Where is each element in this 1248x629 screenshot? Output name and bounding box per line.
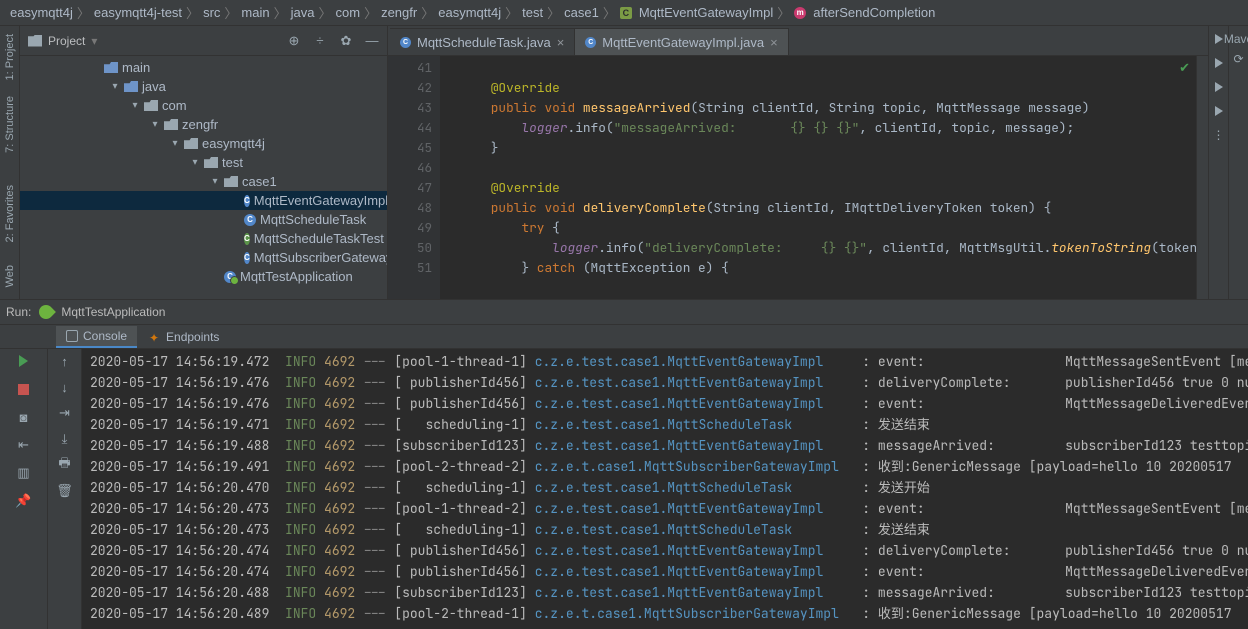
left-toolstrip: 1: Project 7: Structure 2: Favorites Web — [0, 26, 20, 299]
bc-item[interactable]: com — [336, 5, 361, 20]
bc-item[interactable]: easymqtt4j-test — [94, 5, 182, 20]
run-tabs: Console ✦Endpoints — [0, 325, 1248, 349]
project-icon — [28, 35, 42, 47]
bc-item[interactable]: MqttEventGatewayImpl — [639, 5, 773, 20]
print-icon[interactable]: 🖶 — [57, 457, 73, 473]
tab-console[interactable]: Console — [56, 326, 137, 348]
bc-item[interactable]: zengfr — [381, 5, 417, 20]
more-gutter-icon[interactable]: ⋮ — [1212, 128, 1226, 142]
tree-label[interactable]: test — [222, 155, 243, 170]
console-icon — [66, 330, 78, 342]
close-icon[interactable]: × — [557, 35, 565, 50]
project-panel: Project ▾ ⊕ ÷ ✿ — main java com zengfr e… — [20, 26, 388, 299]
refresh-icon[interactable]: ⟳ — [1232, 52, 1246, 66]
folder-icon — [124, 81, 138, 92]
endpoints-icon: ✦ — [149, 331, 161, 343]
tree-file[interactable]: MqttSubscriberGatewayIm — [254, 250, 387, 265]
tab-favorites[interactable]: 2: Favorites — [2, 177, 18, 250]
tab-project[interactable]: 1: Project — [2, 26, 18, 88]
project-title[interactable]: Project — [48, 34, 85, 48]
folder-icon — [144, 100, 158, 111]
tree-file[interactable]: MqttScheduleTask — [260, 212, 366, 227]
bc-item[interactable]: test — [522, 5, 543, 20]
inspection-ok-icon[interactable]: ✔ — [1179, 60, 1190, 76]
exit-icon[interactable]: ⇤ — [16, 437, 32, 453]
bc-item[interactable]: java — [291, 5, 315, 20]
line-gutter[interactable]: 41 42 43 44 45 46 47 48 49 50 51 — [388, 56, 440, 299]
editor-area: C MqttScheduleTask.java × C MqttEventGatewa… — [388, 26, 1208, 299]
pin-icon[interactable]: 📌 — [16, 493, 32, 509]
locate-icon[interactable]: ⊕ — [287, 34, 301, 48]
layout-icon[interactable]: ▥ — [16, 465, 32, 481]
folder-icon — [184, 138, 198, 149]
tab-structure[interactable]: 7: Structure — [2, 88, 18, 161]
runnable-class-icon: C — [244, 233, 250, 245]
bc-item[interactable]: case1 — [564, 5, 599, 20]
editor-tab[interactable]: C MqttScheduleTask.java × — [390, 28, 575, 55]
class-icon: C — [244, 214, 256, 226]
tab-label: MqttEventGatewayImpl.java — [602, 35, 764, 50]
run-gutter-icon[interactable] — [1212, 80, 1226, 94]
run-toolbar-mid: ↑ ↓ ⇥ ⤓ 🖶 🗑 — [48, 349, 82, 629]
down-icon[interactable]: ↓ — [57, 379, 73, 395]
tree-file[interactable]: MqttTestApplication — [240, 269, 353, 284]
run-gutter-icon[interactable] — [1212, 56, 1226, 70]
stop-icon[interactable] — [16, 381, 32, 397]
tree-label[interactable]: main — [122, 60, 150, 75]
tab-label: MqttScheduleTask.java — [417, 35, 551, 50]
camera-icon[interactable]: ◙ — [16, 409, 32, 425]
folder-icon — [204, 157, 218, 168]
project-tree[interactable]: main java com zengfr easymqtt4j test cas… — [20, 56, 387, 299]
bc-item[interactable]: afterSendCompletion — [813, 5, 935, 20]
editor-tabs: C MqttScheduleTask.java × C MqttEventGatewa… — [388, 26, 1208, 56]
wrap-icon[interactable]: ⇥ — [57, 405, 73, 421]
run-config[interactable]: MqttTestApplication — [61, 305, 165, 319]
editor-scrollbar[interactable] — [1196, 56, 1208, 299]
run-label: Run: — [6, 305, 31, 319]
rerun-icon[interactable] — [16, 353, 32, 369]
method-icon: m — [794, 7, 806, 19]
trash-icon[interactable]: 🗑 — [57, 483, 73, 499]
settings-icon[interactable]: ✿ — [339, 34, 353, 48]
breadcrumb: easymqtt4j〉 easymqtt4j-test〉 src〉 main〉 … — [0, 0, 1248, 26]
tree-label[interactable]: zengfr — [182, 117, 218, 132]
bc-item[interactable]: easymqtt4j — [10, 5, 73, 20]
spring-class-icon: C — [224, 271, 236, 283]
right-toolstrip: Mave ⟳ — [1228, 26, 1248, 299]
bc-item[interactable]: main — [241, 5, 269, 20]
tree-label[interactable]: java — [142, 79, 166, 94]
bc-item[interactable]: easymqtt4j — [438, 5, 501, 20]
folder-icon — [104, 62, 118, 73]
run-gutter-icon[interactable] — [1212, 104, 1226, 118]
collapse-icon[interactable]: ÷ — [313, 34, 327, 48]
project-header: Project ▾ ⊕ ÷ ✿ — — [20, 26, 387, 56]
class-icon: C — [400, 37, 411, 48]
tree-file[interactable]: MqttEventGatewayImpl — [254, 193, 387, 208]
tab-web[interactable]: Web — [2, 257, 18, 295]
spring-icon — [36, 302, 56, 322]
scroll-icon[interactable]: ⤓ — [57, 431, 73, 447]
folder-icon — [164, 119, 178, 130]
class-icon: C — [244, 252, 250, 264]
class-icon: C — [585, 37, 596, 48]
tab-maven[interactable]: Mave — [1222, 26, 1248, 52]
tree-file[interactable]: MqttScheduleTaskTest — [254, 231, 384, 246]
class-icon: C — [244, 195, 250, 207]
tree-label[interactable]: easymqtt4j — [202, 136, 265, 151]
hide-icon[interactable]: — — [365, 34, 379, 48]
up-icon[interactable]: ↑ — [57, 353, 73, 369]
console-output[interactable]: 2020-05-17 14:56:19.472 INFO 4692 --- [p… — [82, 349, 1248, 629]
bc-item[interactable]: src — [203, 5, 220, 20]
folder-icon — [224, 176, 238, 187]
tree-label[interactable]: case1 — [242, 174, 277, 189]
run-toolwindow: Run: MqttTestApplication Console ✦Endpoi… — [0, 299, 1248, 629]
editor-right-gutter: ⋮ — [1208, 26, 1228, 299]
run-toolbar-left: ◙ ⇤ ▥ 📌 — [0, 349, 48, 629]
tree-label[interactable]: com — [162, 98, 187, 113]
close-icon[interactable]: × — [770, 35, 778, 50]
code-editor[interactable]: @Override public void messageArrived(Str… — [440, 56, 1196, 299]
tab-endpoints[interactable]: ✦Endpoints — [139, 327, 229, 347]
class-icon: C — [620, 7, 632, 19]
editor-tab[interactable]: C MqttEventGatewayImpl.java × — [575, 28, 788, 55]
